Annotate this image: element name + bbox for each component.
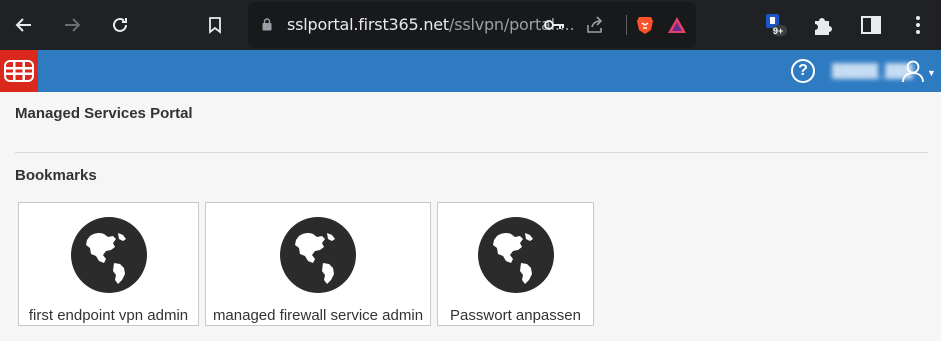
reload-button[interactable] bbox=[104, 9, 136, 41]
browser-toolbar: sslportal.first365.net/sslvpn/portal....… bbox=[0, 0, 941, 50]
bookmark-icon bbox=[209, 17, 221, 34]
address-bar[interactable]: sslportal.first365.net/sslvpn/portal.... bbox=[248, 2, 696, 48]
bookmark-tile[interactable]: managed firewall service admin bbox=[205, 202, 431, 326]
bookmark-page-button[interactable] bbox=[199, 9, 231, 41]
bookmarks-heading: Bookmarks bbox=[15, 167, 97, 184]
help-icon: ? bbox=[798, 62, 808, 79]
globe-icon bbox=[70, 217, 147, 293]
page-title: Managed Services Portal bbox=[15, 105, 193, 122]
kebab-menu-icon bbox=[916, 16, 920, 34]
bookmark-tile[interactable]: Passwort anpassen bbox=[437, 202, 594, 326]
triangle-icon bbox=[668, 17, 686, 33]
extension-button[interactable]: 9+ bbox=[763, 12, 789, 38]
extensions-button[interactable] bbox=[810, 12, 836, 38]
browser-menu-button[interactable] bbox=[905, 12, 931, 38]
globe-icon bbox=[280, 217, 356, 293]
brave-rewards-button[interactable] bbox=[666, 14, 688, 36]
lock-icon bbox=[262, 18, 272, 31]
globe-icon bbox=[477, 217, 554, 293]
key-icon bbox=[544, 20, 564, 30]
forward-button[interactable] bbox=[56, 9, 88, 41]
help-button[interactable]: ? bbox=[791, 59, 815, 83]
extension-badge: 9+ bbox=[773, 26, 784, 36]
user-icon[interactable] bbox=[900, 58, 926, 84]
fortinet-logo-icon bbox=[4, 60, 34, 82]
divider bbox=[15, 152, 928, 153]
brave-shields-button[interactable] bbox=[634, 14, 656, 36]
arrow-right-icon bbox=[65, 18, 81, 32]
sidebar-button[interactable] bbox=[858, 12, 884, 38]
fortinet-logo[interactable] bbox=[0, 50, 38, 92]
password-key-button[interactable] bbox=[544, 14, 566, 36]
back-button[interactable] bbox=[8, 9, 40, 41]
bookmark-tile[interactable]: first endpoint vpn admin bbox=[18, 202, 199, 326]
brave-lion-icon bbox=[637, 17, 653, 34]
puzzle-icon bbox=[815, 18, 832, 35]
url-separator bbox=[626, 15, 627, 35]
portal-header: ? █████_███ ▼ bbox=[0, 50, 941, 92]
chevron-down-icon[interactable]: ▼ bbox=[927, 68, 936, 78]
arrow-left-icon bbox=[15, 18, 31, 32]
bookmark-label: first endpoint vpn admin bbox=[28, 307, 189, 324]
url-host: sslportal.first365.net bbox=[287, 15, 449, 34]
share-icon bbox=[587, 16, 603, 33]
url-text[interactable]: sslportal.first365.net/sslvpn/portal.... bbox=[287, 15, 575, 34]
sidebar-icon bbox=[861, 16, 881, 34]
reload-icon bbox=[113, 17, 127, 32]
bookmark-label: managed firewall service admin bbox=[212, 307, 424, 324]
bookmark-label: Passwort anpassen bbox=[450, 307, 581, 324]
share-button[interactable] bbox=[584, 14, 606, 36]
